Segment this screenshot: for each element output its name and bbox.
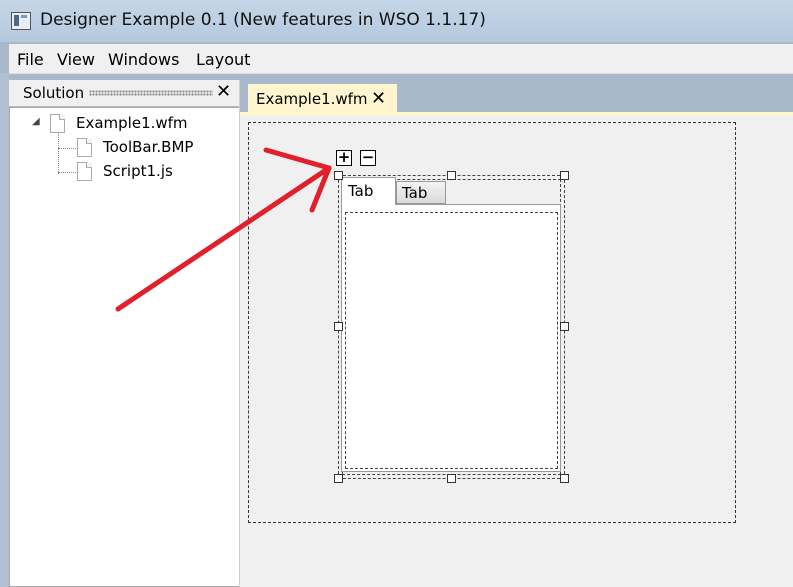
remove-tab-button[interactable]: −	[360, 150, 376, 166]
tab-page-content[interactable]	[345, 212, 558, 469]
menu-layout[interactable]: Layout	[196, 50, 250, 69]
tree-item-script1-js[interactable]: Script1.js	[103, 162, 173, 180]
resize-handle[interactable]	[334, 322, 343, 331]
file-icon	[77, 162, 92, 181]
title-bar: Designer Example 0.1 (New features in WS…	[0, 0, 793, 42]
solution-tree: ◢ Example1.wfm ToolBar.BMP Script1.js	[9, 107, 240, 587]
menu-bar: File View Windows Layout	[9, 44, 793, 74]
resize-handle[interactable]	[334, 474, 343, 483]
tree-connector	[58, 133, 59, 174]
resize-handle[interactable]	[560, 171, 569, 180]
tree-item-example1[interactable]: Example1.wfm	[76, 114, 188, 132]
document-tab-label: Example1.wfm	[256, 90, 368, 108]
panel-grip[interactable]	[89, 90, 213, 96]
solution-panel-title: Solution	[23, 84, 85, 102]
menu-file[interactable]: File	[17, 50, 44, 69]
file-icon	[77, 138, 92, 157]
tree-connector	[58, 148, 76, 149]
close-icon[interactable]: ✕	[371, 90, 386, 108]
window-frame-left	[0, 73, 9, 587]
menu-windows[interactable]: Windows	[108, 50, 179, 69]
expander-icon[interactable]: ◢	[32, 116, 40, 127]
solution-panel: Solution ✕ ◢ Example1.wfm ToolBar.BMP Sc…	[9, 80, 241, 587]
tab-label: Tab	[348, 182, 374, 200]
tab-control-tab-2[interactable]: Tab	[396, 181, 446, 204]
menu-view[interactable]: View	[57, 50, 95, 69]
solution-panel-header[interactable]: Solution ✕	[9, 80, 240, 107]
window-title: Designer Example 0.1 (New features in WS…	[40, 10, 486, 30]
document-tab-example1[interactable]: Example1.wfm ✕	[248, 84, 397, 113]
document-tab-strip: Example1.wfm ✕	[240, 80, 793, 113]
tree-item-toolbar-bmp[interactable]: ToolBar.BMP	[103, 138, 193, 156]
tree-connector	[58, 172, 76, 173]
resize-handle[interactable]	[334, 171, 343, 180]
add-tab-button[interactable]: +	[336, 150, 352, 166]
file-icon	[50, 114, 65, 133]
tab-label: Tab	[402, 184, 428, 202]
tab-control-tab-1[interactable]: Tab	[341, 177, 396, 205]
app-window-icon[interactable]	[11, 12, 31, 30]
close-icon[interactable]: ✕	[216, 83, 231, 101]
resize-handle[interactable]	[560, 474, 569, 483]
resize-handle[interactable]	[447, 171, 456, 180]
resize-handle[interactable]	[447, 474, 456, 483]
resize-handle[interactable]	[560, 322, 569, 331]
